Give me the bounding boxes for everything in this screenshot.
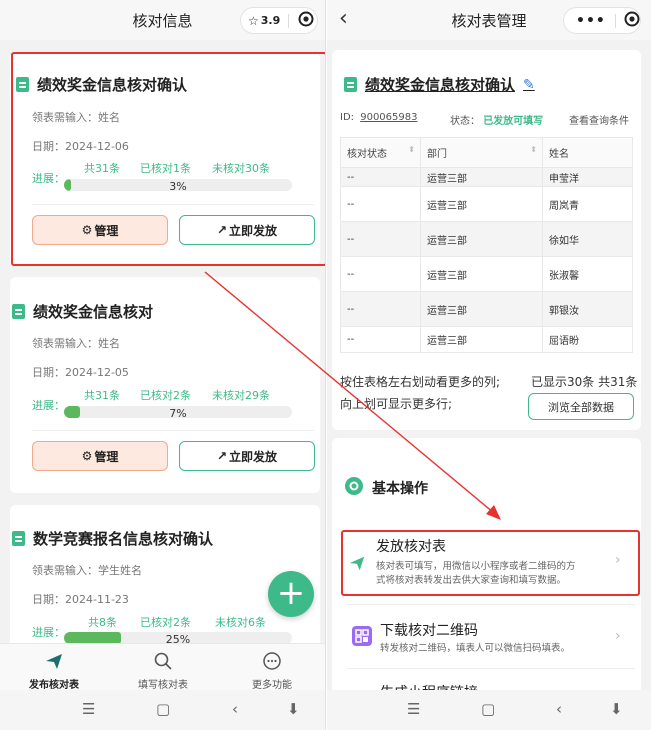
- annotation-arrow: [204, 271, 501, 520]
